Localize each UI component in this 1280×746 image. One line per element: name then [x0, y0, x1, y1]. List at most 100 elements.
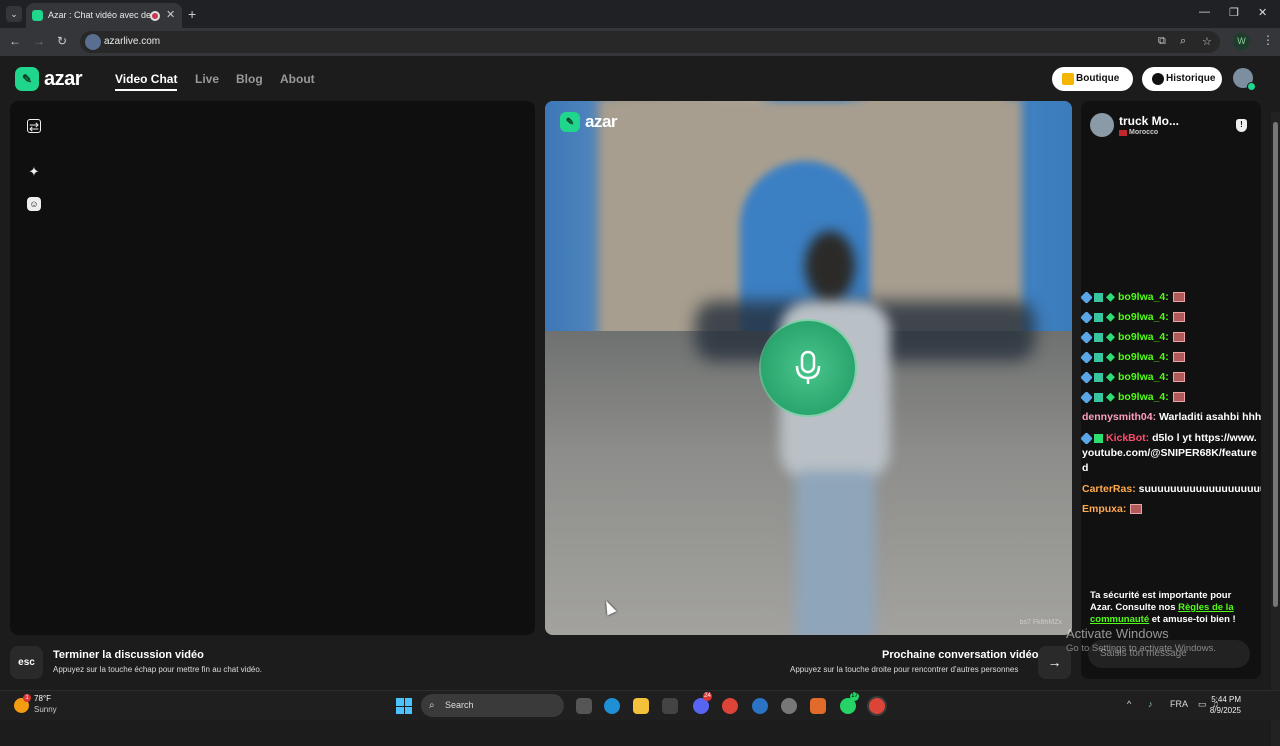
chat-message: dennysmith04: Warladiti asahbi hhh	[1081, 411, 1261, 424]
microphone-icon	[795, 350, 821, 384]
boutique-button[interactable]: Boutique	[1052, 67, 1133, 91]
zoom-icon[interactable]: ⌕	[1180, 35, 1186, 48]
emote-icon	[1172, 372, 1185, 383]
microphone-button[interactable]	[761, 321, 855, 415]
browser-toolbar: ← → ↻ azarlive.com ⧉ ⌕ ☆ W ⋮	[0, 28, 1280, 56]
windows-taskbar: 1 78°F Sunny ⌕ Search 24 17 ^ ♪ FRA ▭ ♫ 5…	[0, 690, 1280, 720]
gem-icon	[1062, 73, 1074, 85]
chat-text: Warladiti asahbi hhh	[1159, 411, 1261, 423]
peer-country: Morocco	[1129, 129, 1159, 136]
user-badges-icon	[1081, 350, 1118, 364]
end-chat-subtitle: Appuyez sur la touche échap pour mettre …	[53, 665, 263, 674]
nav-live[interactable]: Live	[195, 72, 219, 86]
chat-message: bo9lwa_4:	[1081, 370, 1261, 384]
new-tab-button[interactable]: +	[188, 6, 196, 22]
effects-sparkle-icon[interactable]: ✦	[27, 165, 41, 179]
peer-avatar[interactable]	[1090, 113, 1114, 137]
browser-tab[interactable]: Azar : Chat vidéo avec de n ✕	[26, 3, 182, 28]
tab-search-chevron-icon[interactable]: ⌄	[6, 6, 22, 22]
user-avatar[interactable]	[1233, 68, 1256, 91]
address-bar[interactable]: azarlive.com ⧉ ⌕ ☆	[80, 31, 1220, 53]
chat-message: bo9lwa_4:	[1081, 290, 1261, 304]
chat-username: KickBot:	[1106, 432, 1150, 444]
chrome-active-icon[interactable]	[869, 698, 885, 714]
chat-panel: truck Mo... Morocco ! bo9lwa_4: bo9lwa_4…	[1081, 101, 1261, 679]
clock-icon	[1152, 73, 1164, 85]
video-watermark-logo: ✎ azar	[560, 112, 618, 132]
user-badges-icon	[1081, 330, 1118, 344]
session-id: bs7 Fk8hMZx	[1019, 619, 1062, 626]
reload-icon[interactable]: ↻	[57, 34, 67, 48]
forward-arrow-icon[interactable]: →	[33, 34, 45, 48]
chat-username: bo9lwa_4:	[1118, 291, 1169, 303]
end-chat-title: Terminer la discussion vidéo	[53, 649, 204, 661]
site-info-icon[interactable]	[85, 34, 101, 50]
store-icon[interactable]	[662, 698, 678, 714]
chrome-icon[interactable]	[722, 698, 738, 714]
end-chat-esc-button[interactable]: esc	[10, 646, 43, 679]
url-text: azarlive.com	[104, 36, 161, 47]
report-shield-icon[interactable]: !	[1236, 119, 1247, 132]
chat-message: bo9lwa_4:	[1081, 310, 1261, 324]
chat-username: bo9lwa_4:	[1118, 311, 1169, 323]
window-minimize-button[interactable]: —	[1199, 6, 1210, 18]
user-badges-icon	[1081, 370, 1118, 384]
user-badges-icon	[1081, 390, 1118, 404]
azar-logo[interactable]: ✎ azar	[15, 67, 83, 91]
chat-messages: bo9lwa_4: bo9lwa_4: bo9lwa_4: bo9lwa_4: …	[1081, 290, 1261, 523]
nav-blog[interactable]: Blog	[236, 72, 263, 86]
next-chat-subtitle: Appuyez sur la touche droite pour rencon…	[790, 665, 1019, 674]
activate-windows-title: Activate Windows	[1066, 626, 1169, 641]
weather-badge: 1	[23, 694, 31, 702]
app-icon[interactable]	[781, 698, 797, 714]
edge-icon[interactable]	[604, 698, 620, 714]
chrome-profile-icon[interactable]	[752, 698, 768, 714]
task-view-icon[interactable]	[576, 698, 592, 714]
historique-button[interactable]: Historique	[1142, 67, 1222, 91]
window-maximize-button[interactable]: ❐	[1229, 6, 1239, 19]
chat-message: bo9lwa_4:	[1081, 350, 1261, 364]
cast-icon[interactable]: ⧉	[1158, 35, 1166, 48]
browser-profile-avatar[interactable]: W	[1233, 33, 1250, 50]
emote-icon	[1172, 312, 1185, 323]
back-arrow-icon[interactable]: ←	[9, 34, 21, 48]
swap-camera-icon[interactable]: ⇄	[27, 119, 41, 134]
recording-indicator-icon	[150, 11, 160, 21]
user-badges-icon	[1081, 290, 1118, 304]
emote-icon	[1172, 392, 1185, 403]
nav-about[interactable]: About	[280, 72, 315, 86]
language-indicator[interactable]: FRA	[1170, 699, 1188, 709]
chat-username: dennysmith04:	[1082, 411, 1157, 423]
browser-tab-strip: ⌄ Azar : Chat vidéo avec de n ✕ + — ❐ ✕	[0, 0, 1280, 28]
taskbar-clock[interactable]: 5:44 PM 8/9/2025	[1203, 694, 1241, 716]
taskbar-search[interactable]: ⌕ Search	[421, 694, 564, 717]
file-explorer-icon[interactable]	[633, 698, 649, 714]
face-filter-icon[interactable]: ☺	[27, 197, 41, 211]
partner-video: ✎ azar bs7 Fk8hMZx	[545, 101, 1072, 635]
video-logo-text: azar	[585, 112, 618, 131]
emote-icon	[1172, 332, 1185, 343]
windows-start-icon[interactable]	[396, 698, 412, 714]
tab-title: Azar : Chat vidéo avec de n	[48, 10, 159, 20]
page-scrollbar[interactable]	[1271, 112, 1280, 746]
tray-mic-icon[interactable]: ♪	[1148, 699, 1153, 709]
chat-message: KickBot: d5lo l yt https://www.youtube.c…	[1081, 431, 1259, 476]
tab-close-button[interactable]: ✕	[166, 3, 175, 28]
nav-video-chat[interactable]: Video Chat	[115, 72, 178, 91]
azar-logo-text: azar	[44, 67, 83, 90]
weather-temp: 78°F	[34, 694, 51, 703]
tray-chevron-icon[interactable]: ^	[1127, 699, 1131, 709]
peer-name[interactable]: truck Mo...	[1119, 114, 1179, 128]
next-chat-title: Prochaine conversation vidéo	[882, 649, 1039, 661]
chat-username: bo9lwa_4:	[1118, 351, 1169, 363]
browser-menu-icon[interactable]: ⋮	[1262, 33, 1274, 47]
online-status-icon	[1247, 82, 1256, 91]
bookmark-star-icon[interactable]: ☆	[1202, 35, 1212, 48]
discord-badge: 24	[703, 692, 712, 701]
boutique-label: Boutique	[1076, 73, 1120, 84]
window-close-button[interactable]: ✕	[1258, 6, 1267, 19]
video-person	[775, 231, 895, 635]
chat-username: bo9lwa_4:	[1118, 371, 1169, 383]
microphone-app-icon[interactable]	[810, 698, 826, 714]
whatsapp-badge: 17	[850, 692, 859, 701]
